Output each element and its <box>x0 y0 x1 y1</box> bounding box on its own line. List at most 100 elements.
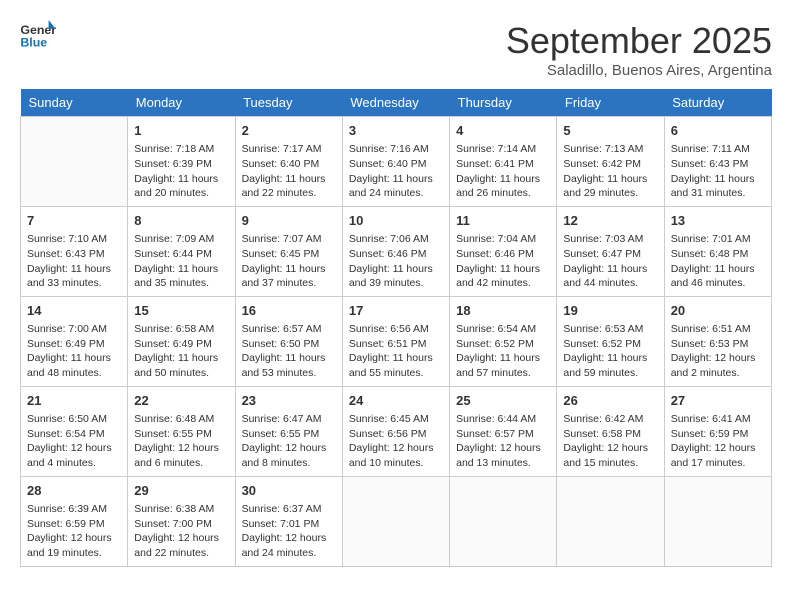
day-number: 28 <box>27 482 121 500</box>
calendar-cell <box>557 476 664 566</box>
day-info: Sunrise: 7:11 AM Sunset: 6:43 PM Dayligh… <box>671 142 765 201</box>
calendar-cell: 26 Sunrise: 6:42 AM Sunset: 6:58 PM Dayli… <box>557 386 664 476</box>
calendar-cell: 5 Sunrise: 7:13 AM Sunset: 6:42 PM Daylig… <box>557 117 664 207</box>
header-monday: Monday <box>128 89 235 117</box>
calendar-cell: 1Sunrise: 7:18 AM Sunset: 6:39 PM Daylig… <box>128 117 235 207</box>
day-number: 6 <box>671 122 765 140</box>
day-number: 8 <box>134 212 228 230</box>
day-number: 21 <box>27 392 121 410</box>
calendar-cell: 9 Sunrise: 7:07 AM Sunset: 6:45 PM Daylig… <box>235 206 342 296</box>
calendar-cell <box>664 476 771 566</box>
day-number: 7 <box>27 212 121 230</box>
calendar-cell: 28 Sunrise: 6:39 AM Sunset: 6:59 PM Dayli… <box>21 476 128 566</box>
day-number: 11 <box>456 212 550 230</box>
header-friday: Friday <box>557 89 664 117</box>
day-number: 4 <box>456 122 550 140</box>
day-number: 10 <box>349 212 443 230</box>
header-row: Sunday Monday Tuesday Wednesday Thursday… <box>21 89 772 117</box>
day-number: 1 <box>134 122 228 140</box>
page-header: General Blue September 2025 Saladillo, B… <box>20 20 772 79</box>
day-number: 24 <box>349 392 443 410</box>
day-info: Sunrise: 6:38 AM Sunset: 7:00 PM Dayligh… <box>134 502 228 561</box>
calendar-cell: 11 Sunrise: 7:04 AM Sunset: 6:46 PM Dayli… <box>450 206 557 296</box>
day-info: Sunrise: 6:48 AM Sunset: 6:55 PM Dayligh… <box>134 412 228 471</box>
day-number: 9 <box>242 212 336 230</box>
day-info: Sunrise: 6:57 AM Sunset: 6:50 PM Dayligh… <box>242 322 336 381</box>
day-info: Sunrise: 7:16 AM Sunset: 6:40 PM Dayligh… <box>349 142 443 201</box>
calendar-cell <box>342 476 449 566</box>
day-number: 26 <box>563 392 657 410</box>
day-info: Sunrise: 6:42 AM Sunset: 6:58 PM Dayligh… <box>563 412 657 471</box>
calendar-cell: 14Sunrise: 7:00 AM Sunset: 6:49 PM Dayli… <box>21 296 128 386</box>
day-number: 15 <box>134 302 228 320</box>
calendar-header: Sunday Monday Tuesday Wednesday Thursday… <box>21 89 772 117</box>
day-number: 23 <box>242 392 336 410</box>
header-saturday: Saturday <box>664 89 771 117</box>
calendar-cell: 27Sunrise: 6:41 AM Sunset: 6:59 PM Dayli… <box>664 386 771 476</box>
header-thursday: Thursday <box>450 89 557 117</box>
calendar-week-1: 1Sunrise: 7:18 AM Sunset: 6:39 PM Daylig… <box>21 117 772 207</box>
calendar-cell: 3 Sunrise: 7:16 AM Sunset: 6:40 PM Daylig… <box>342 117 449 207</box>
calendar-cell: 6 Sunrise: 7:11 AM Sunset: 6:43 PM Daylig… <box>664 117 771 207</box>
day-info: Sunrise: 6:53 AM Sunset: 6:52 PM Dayligh… <box>563 322 657 381</box>
day-number: 2 <box>242 122 336 140</box>
day-number: 13 <box>671 212 765 230</box>
svg-text:Blue: Blue <box>20 35 47 49</box>
day-info: Sunrise: 7:14 AM Sunset: 6:41 PM Dayligh… <box>456 142 550 201</box>
day-number: 19 <box>563 302 657 320</box>
day-info: Sunrise: 6:58 AM Sunset: 6:49 PM Dayligh… <box>134 322 228 381</box>
calendar-cell: 2Sunrise: 7:17 AM Sunset: 6:40 PM Daylig… <box>235 117 342 207</box>
day-info: Sunrise: 6:37 AM Sunset: 7:01 PM Dayligh… <box>242 502 336 561</box>
calendar-cell: 30 Sunrise: 6:37 AM Sunset: 7:01 PM Dayli… <box>235 476 342 566</box>
calendar-cell: 16 Sunrise: 6:57 AM Sunset: 6:50 PM Dayli… <box>235 296 342 386</box>
day-number: 12 <box>563 212 657 230</box>
calendar-week-3: 14Sunrise: 7:00 AM Sunset: 6:49 PM Dayli… <box>21 296 772 386</box>
day-number: 30 <box>242 482 336 500</box>
calendar-cell: 19 Sunrise: 6:53 AM Sunset: 6:52 PM Dayli… <box>557 296 664 386</box>
day-info: Sunrise: 6:45 AM Sunset: 6:56 PM Dayligh… <box>349 412 443 471</box>
calendar-cell: 25Sunrise: 6:44 AM Sunset: 6:57 PM Dayli… <box>450 386 557 476</box>
day-number: 18 <box>456 302 550 320</box>
calendar-cell <box>21 117 128 207</box>
calendar-body: 1Sunrise: 7:18 AM Sunset: 6:39 PM Daylig… <box>21 117 772 567</box>
day-info: Sunrise: 6:54 AM Sunset: 6:52 PM Dayligh… <box>456 322 550 381</box>
calendar-cell: 10 Sunrise: 7:06 AM Sunset: 6:46 PM Dayli… <box>342 206 449 296</box>
day-info: Sunrise: 6:50 AM Sunset: 6:54 PM Dayligh… <box>27 412 121 471</box>
calendar-cell: 23 Sunrise: 6:47 AM Sunset: 6:55 PM Dayli… <box>235 386 342 476</box>
calendar-cell: 13Sunrise: 7:01 AM Sunset: 6:48 PM Dayli… <box>664 206 771 296</box>
day-number: 29 <box>134 482 228 500</box>
calendar-cell: 21 Sunrise: 6:50 AM Sunset: 6:54 PM Dayli… <box>21 386 128 476</box>
calendar-cell: 4 Sunrise: 7:14 AM Sunset: 6:41 PM Daylig… <box>450 117 557 207</box>
day-info: Sunrise: 7:10 AM Sunset: 6:43 PM Dayligh… <box>27 232 121 291</box>
calendar-cell: 18 Sunrise: 6:54 AM Sunset: 6:52 PM Dayli… <box>450 296 557 386</box>
logo-icon: General Blue <box>20 20 56 50</box>
day-number: 22 <box>134 392 228 410</box>
day-info: Sunrise: 7:13 AM Sunset: 6:42 PM Dayligh… <box>563 142 657 201</box>
header-wednesday: Wednesday <box>342 89 449 117</box>
calendar-cell: 15 Sunrise: 6:58 AM Sunset: 6:49 PM Dayli… <box>128 296 235 386</box>
day-info: Sunrise: 7:07 AM Sunset: 6:45 PM Dayligh… <box>242 232 336 291</box>
day-info: Sunrise: 6:47 AM Sunset: 6:55 PM Dayligh… <box>242 412 336 471</box>
day-info: Sunrise: 7:09 AM Sunset: 6:44 PM Dayligh… <box>134 232 228 291</box>
day-number: 16 <box>242 302 336 320</box>
day-info: Sunrise: 6:44 AM Sunset: 6:57 PM Dayligh… <box>456 412 550 471</box>
day-info: Sunrise: 7:04 AM Sunset: 6:46 PM Dayligh… <box>456 232 550 291</box>
day-info: Sunrise: 6:56 AM Sunset: 6:51 PM Dayligh… <box>349 322 443 381</box>
day-number: 5 <box>563 122 657 140</box>
calendar-cell: 22 Sunrise: 6:48 AM Sunset: 6:55 PM Dayli… <box>128 386 235 476</box>
header-tuesday: Tuesday <box>235 89 342 117</box>
day-info: Sunrise: 6:39 AM Sunset: 6:59 PM Dayligh… <box>27 502 121 561</box>
calendar-cell: 20 Sunrise: 6:51 AM Sunset: 6:53 PM Dayli… <box>664 296 771 386</box>
location-subtitle: Saladillo, Buenos Aires, Argentina <box>506 62 772 79</box>
day-info: Sunrise: 7:00 AM Sunset: 6:49 PM Dayligh… <box>27 322 121 381</box>
day-info: Sunrise: 6:51 AM Sunset: 6:53 PM Dayligh… <box>671 322 765 381</box>
calendar-cell: 24 Sunrise: 6:45 AM Sunset: 6:56 PM Dayli… <box>342 386 449 476</box>
day-number: 20 <box>671 302 765 320</box>
day-number: 3 <box>349 122 443 140</box>
calendar-cell: 7 Sunrise: 7:10 AM Sunset: 6:43 PM Daylig… <box>21 206 128 296</box>
day-info: Sunrise: 7:06 AM Sunset: 6:46 PM Dayligh… <box>349 232 443 291</box>
day-info: Sunrise: 7:03 AM Sunset: 6:47 PM Dayligh… <box>563 232 657 291</box>
month-title: September 2025 <box>506 20 772 62</box>
calendar-cell: 8 Sunrise: 7:09 AM Sunset: 6:44 PM Daylig… <box>128 206 235 296</box>
calendar-cell <box>450 476 557 566</box>
